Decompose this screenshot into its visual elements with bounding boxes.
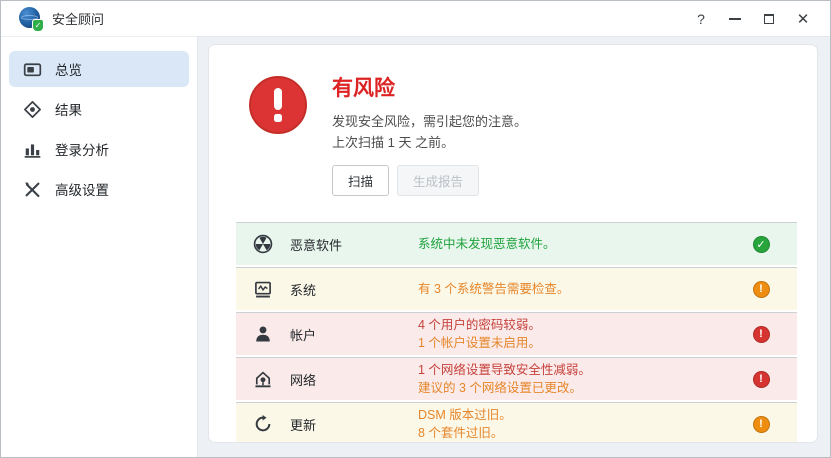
security-advisor-window: ✓ 安全顾问 ? ✕ 总览 结果 登录分析 高级设置 有风险 发现安全风险，需引… xyxy=(0,0,831,458)
results-icon xyxy=(23,100,42,119)
scan-button[interactable]: 扫描 xyxy=(332,165,390,196)
status-ok-icon: ✓ xyxy=(752,235,770,253)
risk-summary: 有风险 发现安全风险，需引起您的注意。 上次扫描 1 天 之前。 扫描 生成报告 xyxy=(249,72,797,196)
table-row-malware[interactable]: 恶意软件 系统中未发现恶意软件。 ✓ xyxy=(236,222,797,265)
account-icon xyxy=(236,324,290,344)
exclamation-bar xyxy=(274,88,282,110)
last-scan-info: 上次扫描 1 天 之前。 xyxy=(332,135,455,150)
titlebar: ✓ 安全顾问 ? ✕ xyxy=(1,1,830,36)
sidebar-item-advanced-settings[interactable]: 高级设置 xyxy=(9,171,189,207)
table-row-account[interactable]: 帐户 4 个用户的密码较弱。 1 个帐户设置未启用。 ! xyxy=(236,312,797,355)
app-title: 安全顾问 xyxy=(52,12,105,27)
category-description: 有 3 个系统警告需要检查。 xyxy=(418,282,570,296)
sidebar-item-label: 高级设置 xyxy=(55,183,109,198)
table-row-update[interactable]: 更新 DSM 版本过旧。 8 个套件过旧。 ! xyxy=(236,402,797,442)
category-label: 帐户 xyxy=(290,327,317,343)
category-description: 系统中未发现恶意软件。 xyxy=(418,237,556,251)
status-warning-icon: ! xyxy=(752,280,770,298)
status-cell: ! xyxy=(725,370,797,388)
sidebar-item-label: 登录分析 xyxy=(55,143,109,158)
category-label: 更新 xyxy=(290,417,317,433)
titlebar-left: ✓ 安全顾问 xyxy=(19,7,105,32)
exclamation-dot xyxy=(274,114,282,122)
overview-card: 有风险 发现安全风险，需引起您的注意。 上次扫描 1 天 之前。 扫描 生成报告 xyxy=(208,44,818,443)
sidebar-item-results[interactable]: 结果 xyxy=(9,91,189,127)
status-cell: ! xyxy=(725,415,797,433)
titlebar-controls: ? ✕ xyxy=(688,6,816,32)
close-button[interactable]: ✕ xyxy=(790,6,816,32)
status-cell: ! xyxy=(725,280,797,298)
table-row-system[interactable]: 系统 有 3 个系统警告需要检查。 ! xyxy=(236,267,797,310)
category-label: 网络 xyxy=(290,372,317,388)
category-description: DSM 版本过旧。 8 个套件过旧。 xyxy=(418,408,512,440)
risk-alert-icon xyxy=(249,76,307,134)
category-label: 恶意软件 xyxy=(290,237,343,253)
system-icon xyxy=(236,279,290,299)
main-panel: 有风险 发现安全风险，需引起您的注意。 上次扫描 1 天 之前。 扫描 生成报告 xyxy=(198,36,830,457)
shield-check-icon: ✓ xyxy=(32,19,44,32)
sidebar-item-label: 总览 xyxy=(55,63,82,78)
app-body: 总览 结果 登录分析 高级设置 有风险 发现安全风险，需引起您的注意。 上次扫描… xyxy=(1,36,830,457)
status-danger-icon: ! xyxy=(752,370,770,388)
advanced-settings-icon xyxy=(23,180,42,199)
risk-description: 发现安全风险，需引起您的注意。 xyxy=(332,114,528,129)
status-warning-icon: ! xyxy=(752,415,770,433)
category-description: 4 个用户的密码较弱。 1 个帐户设置未启用。 xyxy=(418,318,541,350)
maximize-button[interactable] xyxy=(756,6,782,32)
maximize-icon xyxy=(764,13,774,24)
sidebar-item-login-analysis[interactable]: 登录分析 xyxy=(9,131,189,167)
security-category-table: 恶意软件 系统中未发现恶意软件。 ✓ 系统 有 3 个系统警告需要检查。 ! 帐… xyxy=(236,222,797,442)
category-label: 系统 xyxy=(290,282,317,298)
malware-icon xyxy=(236,234,290,254)
security-advisor-app-icon: ✓ xyxy=(19,7,44,32)
login-analysis-icon xyxy=(23,140,42,159)
category-description: 1 个网络设置导致安全性减弱。 建议的 3 个网络设置已更改。 xyxy=(418,363,591,395)
help-button[interactable]: ? xyxy=(688,6,714,32)
sidebar-item-label: 结果 xyxy=(55,103,82,118)
table-row-network[interactable]: 网络 1 个网络设置导致安全性减弱。 建议的 3 个网络设置已更改。 ! xyxy=(236,357,797,400)
sidebar: 总览 结果 登录分析 高级设置 xyxy=(1,36,198,457)
risk-status-title: 有风险 xyxy=(332,77,395,100)
update-icon xyxy=(236,414,290,434)
minimize-button[interactable] xyxy=(722,6,748,32)
action-buttons: 扫描 生成报告 xyxy=(332,165,527,196)
overview-icon xyxy=(23,60,42,79)
minimize-icon xyxy=(729,17,741,20)
status-cell: ✓ xyxy=(725,235,797,253)
status-danger-icon: ! xyxy=(752,325,770,343)
status-cell: ! xyxy=(725,325,797,343)
sidebar-item-overview[interactable]: 总览 xyxy=(9,51,189,87)
network-icon xyxy=(236,369,290,389)
risk-summary-text: 有风险 发现安全风险，需引起您的注意。 上次扫描 1 天 之前。 扫描 生成报告 xyxy=(332,72,527,196)
generate-report-button[interactable]: 生成报告 xyxy=(397,165,480,196)
